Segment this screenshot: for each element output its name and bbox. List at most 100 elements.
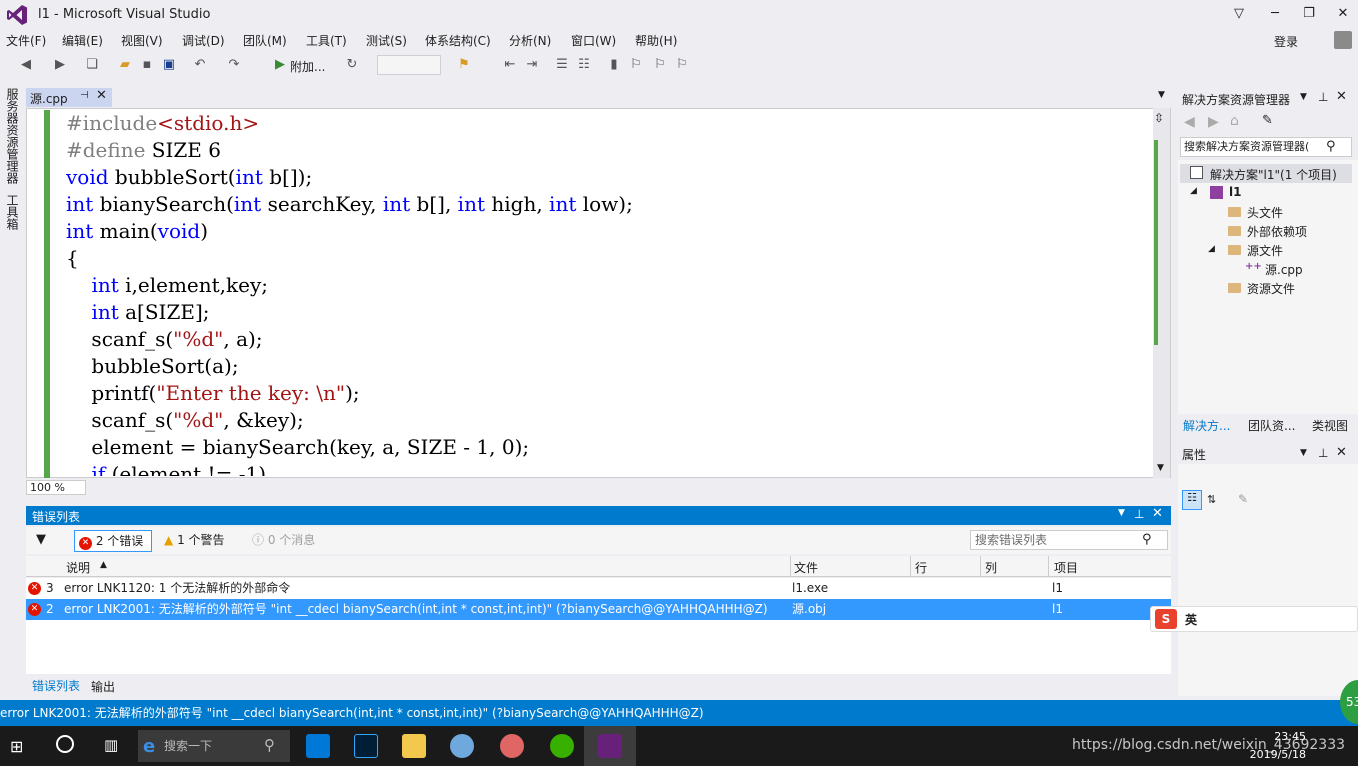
search-icon[interactable]: ⚲ <box>1142 532 1152 547</box>
tab-team[interactable]: 团队资... <box>1248 417 1295 434</box>
code-line[interactable]: int main(void) <box>66 218 1146 245</box>
column-line[interactable]: 行 <box>915 559 927 576</box>
code-line[interactable]: printf("Enter the key: \n"); <box>66 380 1146 407</box>
panel-dropdown-icon[interactable]: ▼ <box>1300 448 1307 458</box>
home-icon[interactable]: ⌂ <box>1230 113 1239 129</box>
panel-close-icon[interactable]: ✕ <box>1336 445 1347 460</box>
column-file[interactable]: 文件 <box>794 559 818 576</box>
tree-item-project[interactable]: l1 <box>1229 185 1241 199</box>
next-bookmark-icon[interactable]: ⚐ <box>652 57 668 73</box>
pin-icon[interactable]: ⊣ <box>80 90 89 101</box>
panel-pin-icon[interactable]: ⊥ <box>1318 446 1328 460</box>
back-icon[interactable]: ◀ <box>1184 114 1195 130</box>
menu-test[interactable]: 测试(S) <box>366 32 407 49</box>
system-clock[interactable]: 23:45 2019/5/18 <box>1240 728 1306 764</box>
cortana-icon[interactable] <box>56 735 74 753</box>
new-project-icon[interactable]: ❏ <box>84 57 100 73</box>
errors-filter-button[interactable]: ✕ 2 个错误 <box>74 530 152 552</box>
menu-file[interactable]: 文件(F) <box>6 32 46 49</box>
close-button[interactable]: ✕ <box>1328 3 1358 25</box>
prev-bookmark-icon[interactable]: ⚐ <box>628 57 644 73</box>
tree-item-resources[interactable]: 资源文件 <box>1247 280 1295 297</box>
menu-help[interactable]: 帮助(H) <box>635 32 677 49</box>
save-all-icon[interactable]: ▣ <box>161 57 177 73</box>
panel-dropdown-icon[interactable]: ▼ <box>1118 508 1125 518</box>
categorized-icon[interactable]: ☷ <box>1182 490 1202 510</box>
uncomment-icon[interactable]: ☷ <box>576 57 592 73</box>
table-row-selected[interactable]: ✕ 2 error LNK2001: 无法解析的外部符号 "int __cdec… <box>26 599 1171 620</box>
tree-item-headers[interactable]: 头文件 <box>1247 204 1283 221</box>
split-icon[interactable]: ⇳ <box>1154 111 1164 125</box>
find-icon[interactable]: ⚑ <box>456 57 472 73</box>
property-pages-icon[interactable]: ✎ <box>1238 492 1248 506</box>
toolbox-tab[interactable]: 工具箱 <box>4 194 21 230</box>
undo-icon[interactable]: ↶ <box>192 57 208 73</box>
menu-team[interactable]: 团队(M) <box>243 32 287 49</box>
menu-view[interactable]: 视图(V) <box>121 32 163 49</box>
forward-icon[interactable]: ▶ <box>52 57 68 73</box>
menu-architecture[interactable]: 体系结构(C) <box>425 32 491 49</box>
quick-launch-icon[interactable]: ▽ <box>1224 3 1254 25</box>
server-explorer-tab[interactable]: 服务器资源管理器 <box>4 88 21 184</box>
windows-start-icon[interactable]: ⊞ <box>10 737 23 756</box>
attach-button[interactable]: 附加... <box>290 58 325 75</box>
browser-icon[interactable] <box>550 734 574 758</box>
warnings-filter-button[interactable]: ▲ 1 个警告 <box>160 530 240 552</box>
code-line[interactable]: #include<stdio.h> <box>66 110 1146 137</box>
tab-overflow-icon[interactable]: ▼ <box>1158 90 1165 100</box>
indent-icon[interactable]: ⇤ <box>502 57 518 73</box>
code-line[interactable]: int bianySearch(int searchKey, int b[], … <box>66 191 1146 218</box>
ime-toolbar[interactable]: S 英 <box>1150 606 1358 632</box>
code-line[interactable]: element = bianySearch(key, a, SIZE - 1, … <box>66 434 1146 461</box>
code-line[interactable]: bubbleSort(a); <box>66 353 1146 380</box>
restore-button[interactable]: ❐ <box>1294 3 1324 25</box>
column-description[interactable]: 说明 <box>66 559 90 576</box>
scroll-down-icon[interactable]: ▼ <box>1157 463 1164 473</box>
refresh-icon[interactable]: ↻ <box>344 57 360 73</box>
tab-error-list[interactable]: 错误列表 <box>32 677 80 694</box>
start-icon[interactable]: ▶ <box>272 57 288 73</box>
save-icon[interactable]: ▪ <box>139 57 155 73</box>
code-text[interactable]: #include<stdio.h> #define SIZE 6 void bubb… <box>66 110 1146 476</box>
messages-filter-button[interactable]: ⓘ 0 个消息 <box>248 530 328 552</box>
menu-edit[interactable]: 编辑(E) <box>62 32 103 49</box>
menu-window[interactable]: 窗口(W) <box>571 32 616 49</box>
menu-analyze[interactable]: 分析(N) <box>509 32 551 49</box>
tab-class-view[interactable]: 类视图 <box>1312 417 1348 434</box>
edge-icon[interactable] <box>306 734 330 758</box>
comment-icon[interactable]: ☰ <box>554 57 570 73</box>
wrench-icon[interactable]: ✎ <box>1262 113 1273 128</box>
collapse-arrow-icon[interactable]: ◢ <box>1208 244 1215 254</box>
outdent-icon[interactable]: ⇥ <box>524 57 540 73</box>
code-line[interactable]: #define SIZE 6 <box>66 137 1146 164</box>
panel-close-icon[interactable]: ✕ <box>1336 89 1347 104</box>
app-icon[interactable] <box>450 734 474 758</box>
code-line[interactable]: { <box>66 245 1146 272</box>
table-row[interactable]: ✕ 3 error LNK1120: 1 个无法解析的外部命令 l1.exe l… <box>26 578 1171 599</box>
login-link[interactable]: 登录 <box>1274 33 1298 50</box>
collapse-arrow-icon[interactable]: ◢ <box>1190 186 1197 196</box>
tab-solution[interactable]: 解决方... <box>1183 417 1230 434</box>
column-separator[interactable] <box>1048 556 1049 577</box>
zoom-level-dropdown[interactable]: 100 % <box>26 480 86 495</box>
filter-icon[interactable]: ▼ <box>36 532 46 547</box>
error-list-search-input[interactable]: 搜索错误列表 <box>970 530 1168 550</box>
photoshop-icon[interactable] <box>354 734 378 758</box>
panel-pin-icon[interactable]: ⊥ <box>1134 507 1144 521</box>
tree-item-solution[interactable]: 解决方案"l1"(1 个项目) <box>1210 166 1337 183</box>
menu-tools[interactable]: 工具(T) <box>306 32 347 49</box>
tab-output[interactable]: 输出 <box>91 678 115 695</box>
app-icon[interactable] <box>500 734 524 758</box>
file-explorer-icon[interactable] <box>402 734 426 758</box>
visual-studio-icon[interactable] <box>598 734 622 758</box>
column-column[interactable]: 列 <box>985 559 997 576</box>
open-icon[interactable]: ▰ <box>117 57 133 73</box>
forward-icon[interactable]: ▶ <box>1208 114 1219 130</box>
tree-item-external-deps[interactable]: 外部依赖项 <box>1247 223 1307 240</box>
code-line[interactable]: if (element != -1) <box>66 461 1146 476</box>
column-project[interactable]: 项目 <box>1054 559 1078 576</box>
code-line[interactable]: int i,element,key; <box>66 272 1146 299</box>
back-icon[interactable]: ◀ <box>18 57 34 73</box>
tree-item-source-files[interactable]: 源文件 <box>1247 242 1283 259</box>
code-line[interactable]: void bubbleSort(int b[]); <box>66 164 1146 191</box>
